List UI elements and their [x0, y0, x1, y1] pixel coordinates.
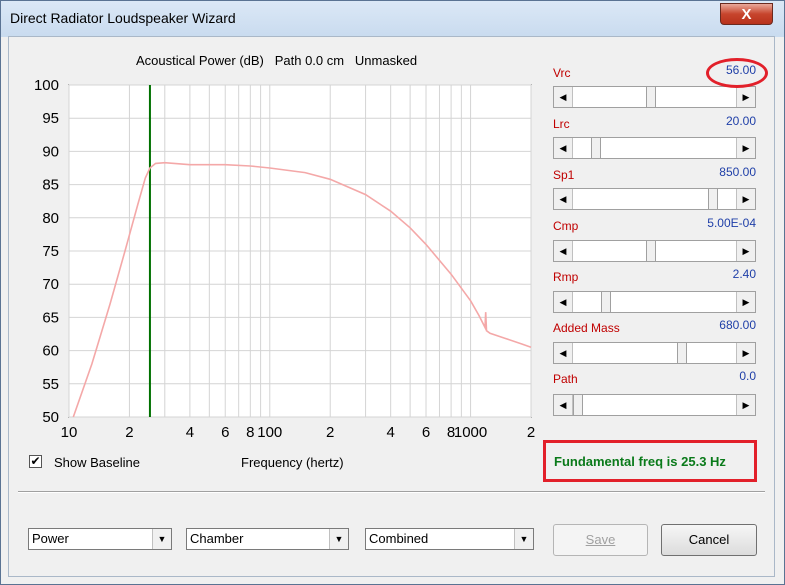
slider-thumb[interactable]: [600, 292, 611, 312]
arrow-left-icon[interactable]: ◀: [554, 343, 573, 363]
y-tick-label: 90: [42, 143, 59, 160]
param-label-sp1: Sp1: [553, 168, 575, 182]
vrc-highlight-ellipse: [706, 58, 768, 88]
param-label-added-mass: Added Mass: [553, 321, 620, 335]
chevron-down-icon[interactable]: ▼: [152, 529, 171, 549]
x-tick-label: 2: [125, 424, 133, 441]
y-tick-label: 60: [42, 343, 59, 360]
show-baseline-label[interactable]: Show Baseline: [54, 455, 140, 470]
param-label-cmp: Cmp: [553, 219, 579, 233]
combine-select-value: Combined: [369, 531, 429, 546]
fundamental-box: Fundamental freq is 25.3 Hz: [543, 440, 757, 482]
param-slider-lrc[interactable]: ◀ ▶: [553, 137, 756, 159]
x-tick-labels: 10 2 4 6 8 100 2 4 6 81000 2: [61, 424, 536, 441]
y-tick-label: 80: [42, 210, 59, 227]
fundamental-text: Fundamental freq is 25.3 Hz: [554, 454, 726, 469]
setup-select-value: Chamber: [190, 531, 244, 546]
y-tick-label: 50: [42, 409, 59, 426]
y-tick-label: 85: [42, 177, 59, 194]
param-slider-vrc[interactable]: ◀ ▶: [553, 86, 756, 108]
param-value-sp1: 850.00: [719, 165, 756, 179]
slider-track[interactable]: [573, 344, 736, 362]
x-tick-label: 6: [221, 424, 229, 441]
setup-select[interactable]: Chamber ▼: [186, 528, 349, 550]
mode-select-value: Power: [32, 531, 69, 546]
param-slider-rmp[interactable]: ◀ ▶: [553, 291, 756, 313]
slider-thumb[interactable]: [707, 189, 718, 209]
mode-select[interactable]: Power ▼: [28, 528, 172, 550]
chevron-down-icon[interactable]: ▼: [514, 529, 533, 549]
arrow-left-icon[interactable]: ◀: [554, 189, 573, 209]
arrow-left-icon[interactable]: ◀: [554, 292, 573, 312]
x-tick-label: 4: [386, 424, 394, 441]
slider-thumb[interactable]: [646, 241, 657, 261]
arrow-left-icon[interactable]: ◀: [554, 87, 573, 107]
x-tick-label: 2: [326, 424, 334, 441]
y-tick-label: 55: [42, 376, 59, 393]
slider-track[interactable]: [573, 396, 736, 414]
param-label-vrc: Vrc: [553, 66, 571, 80]
x-tick-label: 4: [186, 424, 194, 441]
slider-thumb[interactable]: [646, 87, 657, 107]
y-tick-label: 95: [42, 110, 59, 127]
slider-thumb[interactable]: [573, 395, 583, 415]
combine-select[interactable]: Combined ▼: [365, 528, 534, 550]
show-baseline-checkbox[interactable]: ✔: [29, 455, 42, 468]
arrow-right-icon[interactable]: ▶: [736, 87, 755, 107]
y-tick-label: 70: [42, 276, 59, 293]
chevron-down-icon[interactable]: ▼: [329, 529, 348, 549]
x-tick-label: 10: [61, 424, 78, 441]
param-label-rmp: Rmp: [553, 270, 579, 284]
x-tick-label: 6: [422, 424, 430, 441]
slider-track[interactable]: [573, 293, 736, 311]
arrow-left-icon[interactable]: ◀: [554, 395, 573, 415]
x-tick-label: 8: [246, 424, 254, 441]
param-value-added-mass: 680.00: [719, 318, 756, 332]
slider-thumb[interactable]: [591, 138, 602, 158]
param-label-lrc: Lrc: [553, 117, 570, 131]
param-slider-sp1[interactable]: ◀ ▶: [553, 188, 756, 210]
save-button[interactable]: Save: [553, 524, 648, 556]
slider-thumb[interactable]: [677, 343, 688, 363]
x-tick-label: 100: [257, 424, 282, 441]
divider: [18, 491, 765, 493]
y-tick-label: 75: [42, 243, 59, 260]
param-slider-added-mass[interactable]: ◀ ▶: [553, 342, 756, 364]
x-tick-label: 2: [527, 424, 535, 441]
save-button-label: Save: [585, 532, 616, 547]
param-label-path: Path: [553, 372, 578, 386]
arrow-right-icon[interactable]: ▶: [736, 138, 755, 158]
param-value-cmp: 5.00E-04: [707, 216, 756, 230]
x-tick-label: 1000: [454, 424, 487, 441]
arrow-left-icon[interactable]: ◀: [554, 138, 573, 158]
param-value-rmp: 2.40: [732, 267, 756, 281]
param-slider-path[interactable]: ◀ ▶: [553, 394, 756, 416]
y-tick-label: 100: [34, 77, 59, 94]
frequency-axis-label: Frequency (hertz): [241, 455, 344, 470]
param-slider-cmp[interactable]: ◀ ▶: [553, 240, 756, 262]
y-tick-label: 65: [42, 309, 59, 326]
param-value-lrc: 20.00: [725, 114, 756, 128]
arrow-right-icon[interactable]: ▶: [736, 395, 755, 415]
arrow-right-icon[interactable]: ▶: [736, 189, 755, 209]
cancel-button[interactable]: Cancel: [661, 524, 757, 556]
arrow-left-icon[interactable]: ◀: [554, 241, 573, 261]
arrow-right-icon[interactable]: ▶: [736, 292, 755, 312]
param-value-path: 0.0: [739, 369, 756, 383]
arrow-right-icon[interactable]: ▶: [736, 241, 755, 261]
y-tick-labels: 50 55 60 65 70 75 80 85 90 95 100: [34, 77, 59, 426]
arrow-right-icon[interactable]: ▶: [736, 343, 755, 363]
